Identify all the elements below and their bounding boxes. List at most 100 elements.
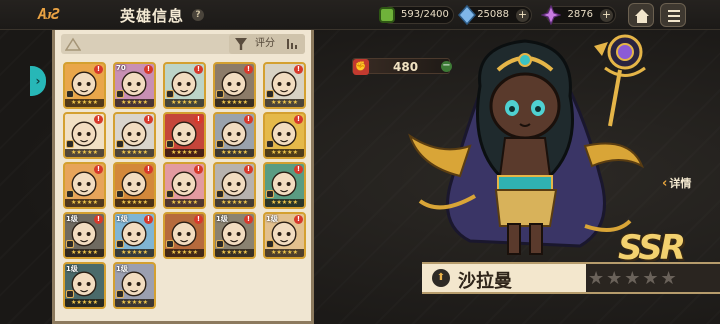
stamina-icon — [379, 7, 395, 23]
alert-badge: ! — [94, 165, 103, 174]
hero-level: 70 — [116, 64, 126, 72]
hero-card[interactable]: ! ★★★★★ — [163, 62, 206, 109]
hero-stars: ★★★★★ — [115, 249, 154, 257]
filter-decoration-icon — [65, 37, 81, 51]
hero-stars: ★★★★★ — [265, 249, 304, 257]
hero-stars: ★★★★★ — [265, 199, 304, 207]
class-icon — [216, 140, 224, 148]
staff-ornament — [594, 34, 646, 127]
help-icon[interactable]: ? — [192, 9, 204, 21]
hero-stars: ★★★★★ — [115, 99, 154, 107]
class-icon — [66, 90, 74, 98]
filter-icon — [235, 38, 247, 50]
hero-star-rating: ★★★★★ — [588, 268, 679, 289]
hero-stars: ★★★★★ — [215, 99, 254, 107]
hero-card[interactable]: 1级! ★★★★★ — [63, 212, 106, 259]
sort-label: 评分 — [255, 38, 275, 49]
hero-stars: ★★★★★ — [115, 299, 154, 307]
hero-name-plate: ⬆ 沙拉曼 ★★★★★ — [422, 262, 720, 294]
alert-badge: ! — [144, 115, 153, 124]
class-icon — [116, 240, 124, 248]
alert-badge: ! — [94, 115, 103, 124]
hero-card[interactable]: ! ★★★★★ — [263, 162, 306, 209]
hero-name: 沙拉曼 — [458, 271, 512, 292]
hero-card[interactable]: 1级 ★★★★★ — [113, 262, 156, 309]
class-icon — [266, 90, 274, 98]
hero-card[interactable]: ! ★★★★★ — [263, 62, 306, 109]
gem-value: 2876 — [567, 9, 593, 20]
hero-card[interactable]: ! ★★★★★ — [213, 112, 256, 159]
sort-dropdown[interactable]: 评分 — [229, 34, 305, 54]
hero-stars: ★★★★★ — [265, 149, 304, 157]
add-gem-button[interactable]: + — [600, 9, 613, 22]
hero-card[interactable]: ! ★★★★★ — [163, 162, 206, 209]
hero-stars: ★★★★★ — [115, 149, 154, 157]
alert-badge: ! — [294, 215, 303, 224]
hero-level: 1级 — [66, 265, 78, 273]
class-icon — [266, 190, 274, 198]
hero-stars: ★★★★★ — [165, 149, 204, 157]
menu-icon — [668, 10, 680, 22]
hero-card[interactable]: ! ★★★★★ — [163, 112, 206, 159]
hero-stars: ★★★★★ — [115, 199, 154, 207]
class-icon — [166, 240, 174, 248]
hero-power: ✊ 480 − — [352, 58, 452, 75]
hero-card[interactable]: ! ★★★★★ — [113, 112, 156, 159]
alert-badge: ! — [244, 115, 253, 124]
power-value: 480 — [393, 60, 419, 74]
class-icon — [216, 240, 224, 248]
hero-card[interactable]: ! ★★★★★ — [213, 162, 256, 209]
sort-order-icon — [287, 39, 297, 49]
hero-stars: ★★★★★ — [215, 249, 254, 257]
stamina-value: 593/2400 — [401, 9, 449, 20]
alert-badge: ! — [94, 215, 103, 224]
hero-stars: ★★★★★ — [165, 249, 204, 257]
alert-badge: ! — [294, 115, 303, 124]
alert-badge: ! — [194, 165, 203, 174]
hero-card[interactable]: ! ★★★★★ — [213, 62, 256, 109]
hero-stars: ★★★★★ — [215, 199, 254, 207]
class-icon — [266, 240, 274, 248]
hero-stars: ★★★★★ — [165, 99, 204, 107]
hero-list-panel: 评分 ! ★★★★★ 70! ★★★★★! ★★★★★! ★★★★★! ★★★★★! ★★★★… — [52, 30, 314, 324]
hero-card[interactable]: ! ★★★★★ — [113, 162, 156, 209]
hero-card[interactable]: ! ★★★★★ — [63, 112, 106, 159]
class-icon — [66, 140, 74, 148]
hero-card[interactable]: ! ★★★★★ — [63, 62, 106, 109]
top-bar: ΑᴊƧ 英雄信息 ? 593/2400 25088 + 2876 + — [0, 0, 720, 30]
hero-level: 1级 — [116, 215, 128, 223]
hero-card[interactable]: 1级! ★★★★★ — [213, 212, 256, 259]
class-icon — [116, 290, 124, 298]
menu-button[interactable] — [660, 3, 686, 27]
filter-bar: 评分 — [61, 34, 305, 54]
home-button[interactable] — [628, 3, 654, 27]
back-button[interactable]: ΑᴊƧ — [38, 5, 98, 25]
crystal-value: 25088 — [477, 9, 509, 20]
resource-gem: 2876 + — [541, 5, 616, 25]
power-info-button[interactable]: − — [441, 61, 452, 72]
hero-card[interactable]: 70! ★★★★★ — [113, 62, 156, 109]
hero-card[interactable]: 1级 ★★★★★ — [63, 262, 106, 309]
crystal-icon — [457, 5, 477, 25]
detail-button[interactable]: ‹ 详情 — [662, 174, 691, 194]
alert-badge: ! — [144, 65, 153, 74]
hero-level: 1级 — [266, 215, 278, 223]
add-crystal-button[interactable]: + — [516, 9, 529, 22]
hero-stars: ★★★★★ — [65, 249, 104, 257]
hero-card[interactable]: ! ★★★★★ — [163, 212, 206, 259]
hero-card[interactable]: 1级! ★★★★★ — [263, 212, 306, 259]
home-icon — [635, 9, 649, 23]
hero-stars: ★★★★★ — [215, 149, 254, 157]
alert-badge: ! — [194, 215, 203, 224]
hero-card[interactable]: 1级! ★★★★★ — [113, 212, 156, 259]
class-icon — [66, 240, 74, 248]
hero-level: 1级 — [216, 215, 228, 223]
class-icon — [166, 190, 174, 198]
hero-card[interactable]: ! ★★★★★ — [263, 112, 306, 159]
class-icon: ⬆ — [432, 269, 450, 287]
detail-label: 详情 — [669, 177, 692, 190]
class-icon — [116, 190, 124, 198]
hero-card[interactable]: ! ★★★★★ — [63, 162, 106, 209]
hero-stars: ★★★★★ — [65, 299, 104, 307]
resource-stamina: 593/2400 — [379, 6, 454, 24]
